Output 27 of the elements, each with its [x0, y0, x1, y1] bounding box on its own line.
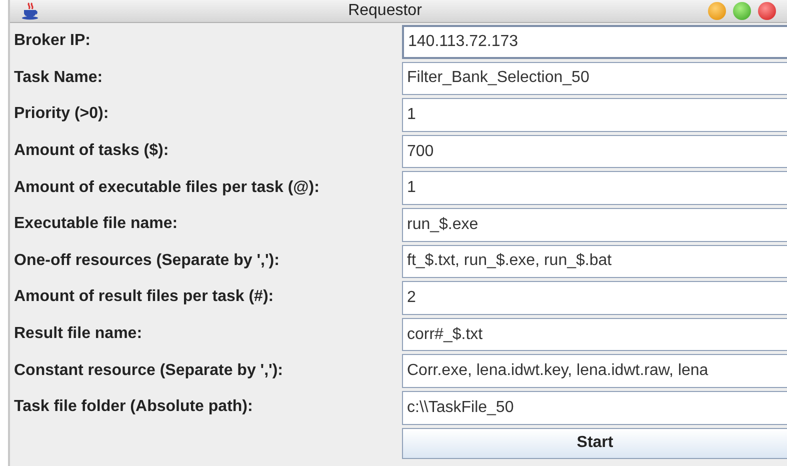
window-title: Requestor [347, 2, 423, 20]
field-label: Amount of executable files per task (@): [13, 178, 320, 198]
text-field[interactable]: 2 [402, 281, 787, 315]
text-field[interactable]: 1 [402, 171, 787, 205]
text-field[interactable]: 1 [402, 98, 787, 132]
minimize-button[interactable] [708, 2, 726, 20]
text-field[interactable]: Filter_Bank_Selection_50 [402, 62, 787, 96]
text-field[interactable]: Corr.exe, lena.idwt.key, lena.idwt.raw, lena [402, 354, 787, 388]
field-label: One-off resources (Separate by ','): [13, 250, 280, 271]
maximize-button[interactable] [733, 2, 751, 20]
text-field[interactable]: corr#_$.txt [402, 318, 787, 352]
field-label: Task Name: [13, 68, 104, 88]
text-field[interactable]: ft_$.txt, run_$.exe, run_$.bat [402, 244, 787, 278]
text-field[interactable]: 140.113.72.173 [402, 25, 787, 59]
field-label: Broker IP: [13, 31, 92, 52]
field-label: Executable file name: [13, 214, 179, 234]
start-button[interactable]: Start [402, 428, 787, 459]
text-field[interactable]: 700 [402, 134, 787, 168]
field-label: Result file name: [13, 324, 144, 344]
field-label: Amount of result files per task (#): [13, 287, 275, 308]
field-label: Priority (>0): [13, 104, 110, 124]
field-label: Task file folder (Absolute path): [13, 397, 254, 418]
field-label: Amount of tasks ($): [13, 141, 170, 162]
text-field[interactable]: run_$.exe [402, 208, 787, 242]
text-field[interactable]: c:\\TaskFile_50 [402, 390, 787, 425]
close-button[interactable] [758, 2, 776, 20]
field-label: Constant resource (Separate by ','): [13, 360, 284, 381]
